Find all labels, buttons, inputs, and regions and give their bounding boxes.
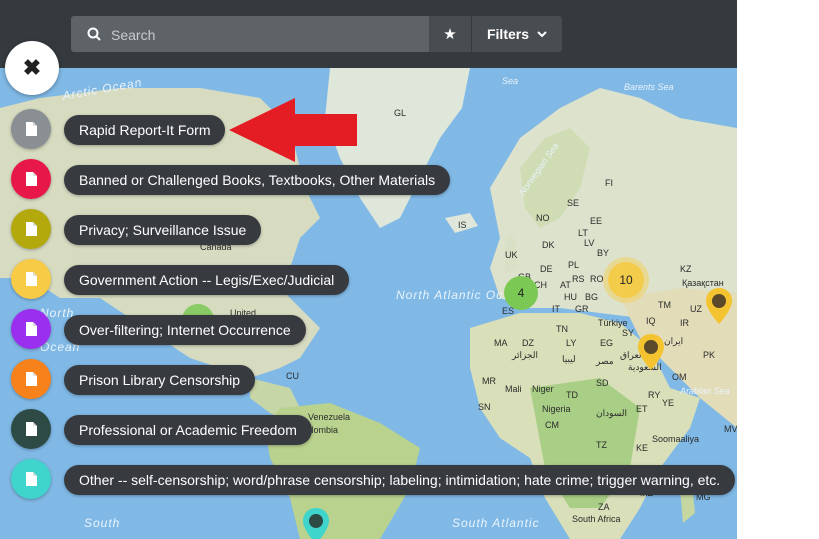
category-item-privacy[interactable]: Privacy; Surveillance Issue: [0, 209, 737, 249]
filters-button[interactable]: Filters: [472, 16, 562, 52]
map-label: South Africa: [572, 514, 621, 524]
category-item-other[interactable]: Other -- self-censorship; word/phrase ce…: [0, 459, 737, 499]
category-circle[interactable]: [11, 109, 51, 149]
category-circle[interactable]: [11, 159, 51, 199]
category-label[interactable]: Prison Library Censorship: [64, 365, 256, 395]
map-pin[interactable]: [303, 508, 329, 539]
category-item-academic-freedom[interactable]: Professional or Academic Freedom: [0, 409, 737, 449]
category-label[interactable]: Rapid Report-It Form: [64, 115, 226, 145]
category-circle[interactable]: [11, 209, 51, 249]
category-item-government-action[interactable]: Government Action -- Legis/Exec/Judicial: [0, 259, 737, 299]
sea-label: Barents Sea: [624, 82, 674, 92]
category-label[interactable]: Government Action -- Legis/Exec/Judicial: [64, 265, 350, 295]
category-circle[interactable]: [11, 309, 51, 349]
category-item-rapid-report[interactable]: Rapid Report-It Form: [0, 109, 737, 149]
chevron-down-icon: [537, 30, 547, 37]
filters-label: Filters: [486, 26, 529, 42]
document-icon: [25, 172, 37, 186]
category-item-prison-library[interactable]: Prison Library Censorship: [0, 359, 737, 399]
category-circle[interactable]: [11, 459, 51, 499]
document-icon: [25, 222, 37, 236]
document-icon: [25, 472, 37, 486]
close-icon: ✖: [22, 55, 42, 80]
app-window: Arctic Ocean North Atlantic Ocean North …: [0, 0, 737, 539]
category-item-banned-books[interactable]: Banned or Challenged Books, Textbooks, O…: [0, 159, 737, 199]
category-label[interactable]: Professional or Academic Freedom: [64, 415, 312, 445]
category-item-over-filtering[interactable]: Over-filtering; Internet Occurrence: [0, 309, 737, 349]
category-label[interactable]: Over-filtering; Internet Occurrence: [64, 315, 306, 345]
ocean-label: South: [84, 516, 121, 530]
ocean-label: South Atlantic: [452, 516, 540, 530]
search-icon: [87, 27, 101, 41]
category-circle[interactable]: [11, 409, 51, 449]
category-label[interactable]: Banned or Challenged Books, Textbooks, O…: [64, 165, 451, 195]
document-icon: [25, 372, 37, 386]
search-box[interactable]: [71, 16, 429, 54]
category-label[interactable]: Privacy; Surveillance Issue: [64, 215, 262, 245]
document-icon: [25, 272, 37, 286]
map-label: YE: [662, 398, 675, 408]
close-button[interactable]: ✖: [5, 41, 59, 95]
favorites-button[interactable]: ★: [429, 16, 471, 52]
category-circle[interactable]: [11, 359, 51, 399]
category-label[interactable]: Other -- self-censorship; word/phrase ce…: [64, 465, 736, 495]
star-icon: ★: [443, 26, 457, 43]
document-icon: [25, 322, 37, 336]
search-input[interactable]: [109, 16, 413, 54]
map-label: SE: [567, 198, 580, 208]
map-label: ZA: [598, 502, 610, 512]
category-circle[interactable]: [11, 259, 51, 299]
sea-label: Sea: [502, 76, 519, 86]
annotation-arrow: [229, 98, 357, 162]
top-bar: ★ Filters: [0, 0, 737, 68]
document-icon: [25, 422, 37, 436]
document-icon: [25, 122, 37, 136]
map-label: BY: [597, 248, 610, 258]
